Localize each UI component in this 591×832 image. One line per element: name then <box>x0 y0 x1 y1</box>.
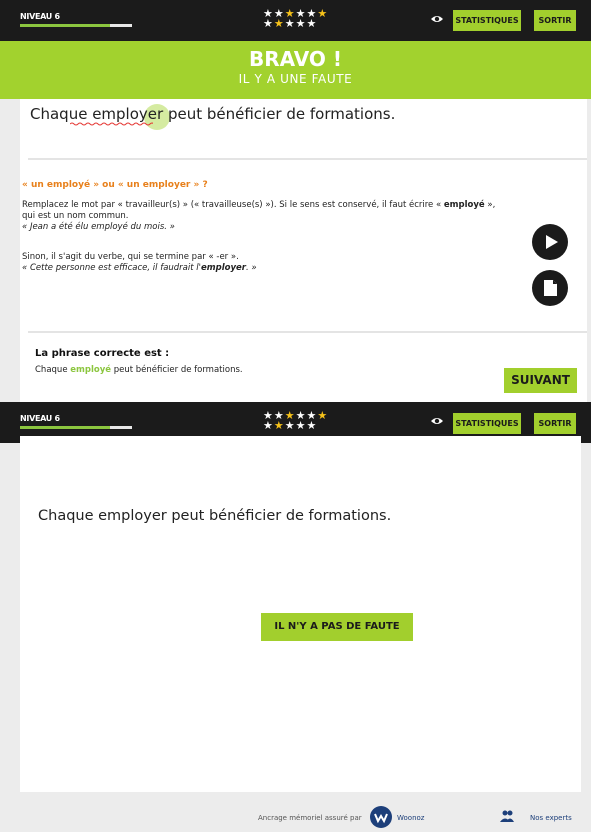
explanation-paragraph-2: Sinon, il s'agit du verbe, qui se termin… <box>22 252 257 273</box>
exit-button[interactable]: SORTIR <box>534 10 576 31</box>
exit-button[interactable]: SORTIR <box>534 413 576 434</box>
no-fault-button[interactable]: IL N'Y A PAS DE FAUTE <box>261 613 413 641</box>
star-icon: ★ <box>273 419 285 432</box>
star-icon: ★ <box>306 17 318 30</box>
woonoz-icon <box>374 813 388 824</box>
correct-sentence: Chaque employé peut bénéficier de format… <box>35 365 243 375</box>
question-sentence[interactable]: Chaque employer peut bénéficier de forma… <box>38 508 391 524</box>
star-icon: ★ <box>263 17 274 30</box>
star-icon: ★ <box>306 419 318 432</box>
divider <box>28 331 587 333</box>
star-icon: ★ <box>263 419 274 432</box>
divider <box>28 158 587 160</box>
error-underline <box>70 122 153 126</box>
result-banner: BRAVO ! IL Y A UNE FAUTE <box>0 41 591 99</box>
star-icon: ★ <box>317 409 329 422</box>
level-progress-fill <box>20 24 110 27</box>
level-progress-fill <box>20 426 110 429</box>
star-rating: ★★★★★★ ★★★★★ <box>263 409 373 432</box>
level-progress-bar <box>20 426 132 429</box>
star-icon: ★ <box>317 7 329 20</box>
play-audio-button[interactable] <box>532 224 568 260</box>
eye-icon[interactable] <box>430 415 444 427</box>
experts-link[interactable]: Nos experts <box>530 814 572 822</box>
play-icon <box>546 235 558 249</box>
next-button[interactable]: SUIVANT <box>504 368 577 393</box>
brand-link[interactable]: Woonoz <box>397 814 424 822</box>
statistics-button[interactable]: STATISTIQUES <box>453 413 521 434</box>
eye-icon[interactable] <box>430 13 444 25</box>
users-icon[interactable] <box>500 810 514 822</box>
statistics-button[interactable]: STATISTIQUES <box>453 10 521 31</box>
result-title: BRAVO ! <box>249 47 342 71</box>
level-progress-bar <box>20 24 132 27</box>
star-icon: ★ <box>295 17 307 30</box>
star-icon: ★ <box>284 419 296 432</box>
correct-sentence-title: La phrase correcte est : <box>35 348 170 359</box>
star-rating: ★★★★★★ ★★★★★ <box>263 7 373 30</box>
explanation-paragraph-1: Remplacez le mot par « travailleur(s) » … <box>22 200 496 232</box>
document-icon <box>544 280 557 296</box>
star-icon: ★ <box>295 419 307 432</box>
explanation-title: « un employé » ou « un employer » ? <box>22 180 208 190</box>
document-button[interactable] <box>532 270 568 306</box>
level-label: NIVEAU 6 <box>20 414 60 423</box>
credit-text: Ancrage mémoriel assuré par <box>258 814 362 822</box>
star-icon: ★ <box>284 17 296 30</box>
level-label: NIVEAU 6 <box>20 12 60 21</box>
question-sentence: Chaque employer peut bénéficier de forma… <box>30 105 396 123</box>
woonoz-logo[interactable] <box>370 806 392 828</box>
top-bar: NIVEAU 6 ★★★★★★ ★★★★★ STATISTIQUES SORTI… <box>0 0 591 41</box>
result-subtitle: IL Y A UNE FAUTE <box>238 72 353 86</box>
star-icon: ★ <box>273 17 285 30</box>
